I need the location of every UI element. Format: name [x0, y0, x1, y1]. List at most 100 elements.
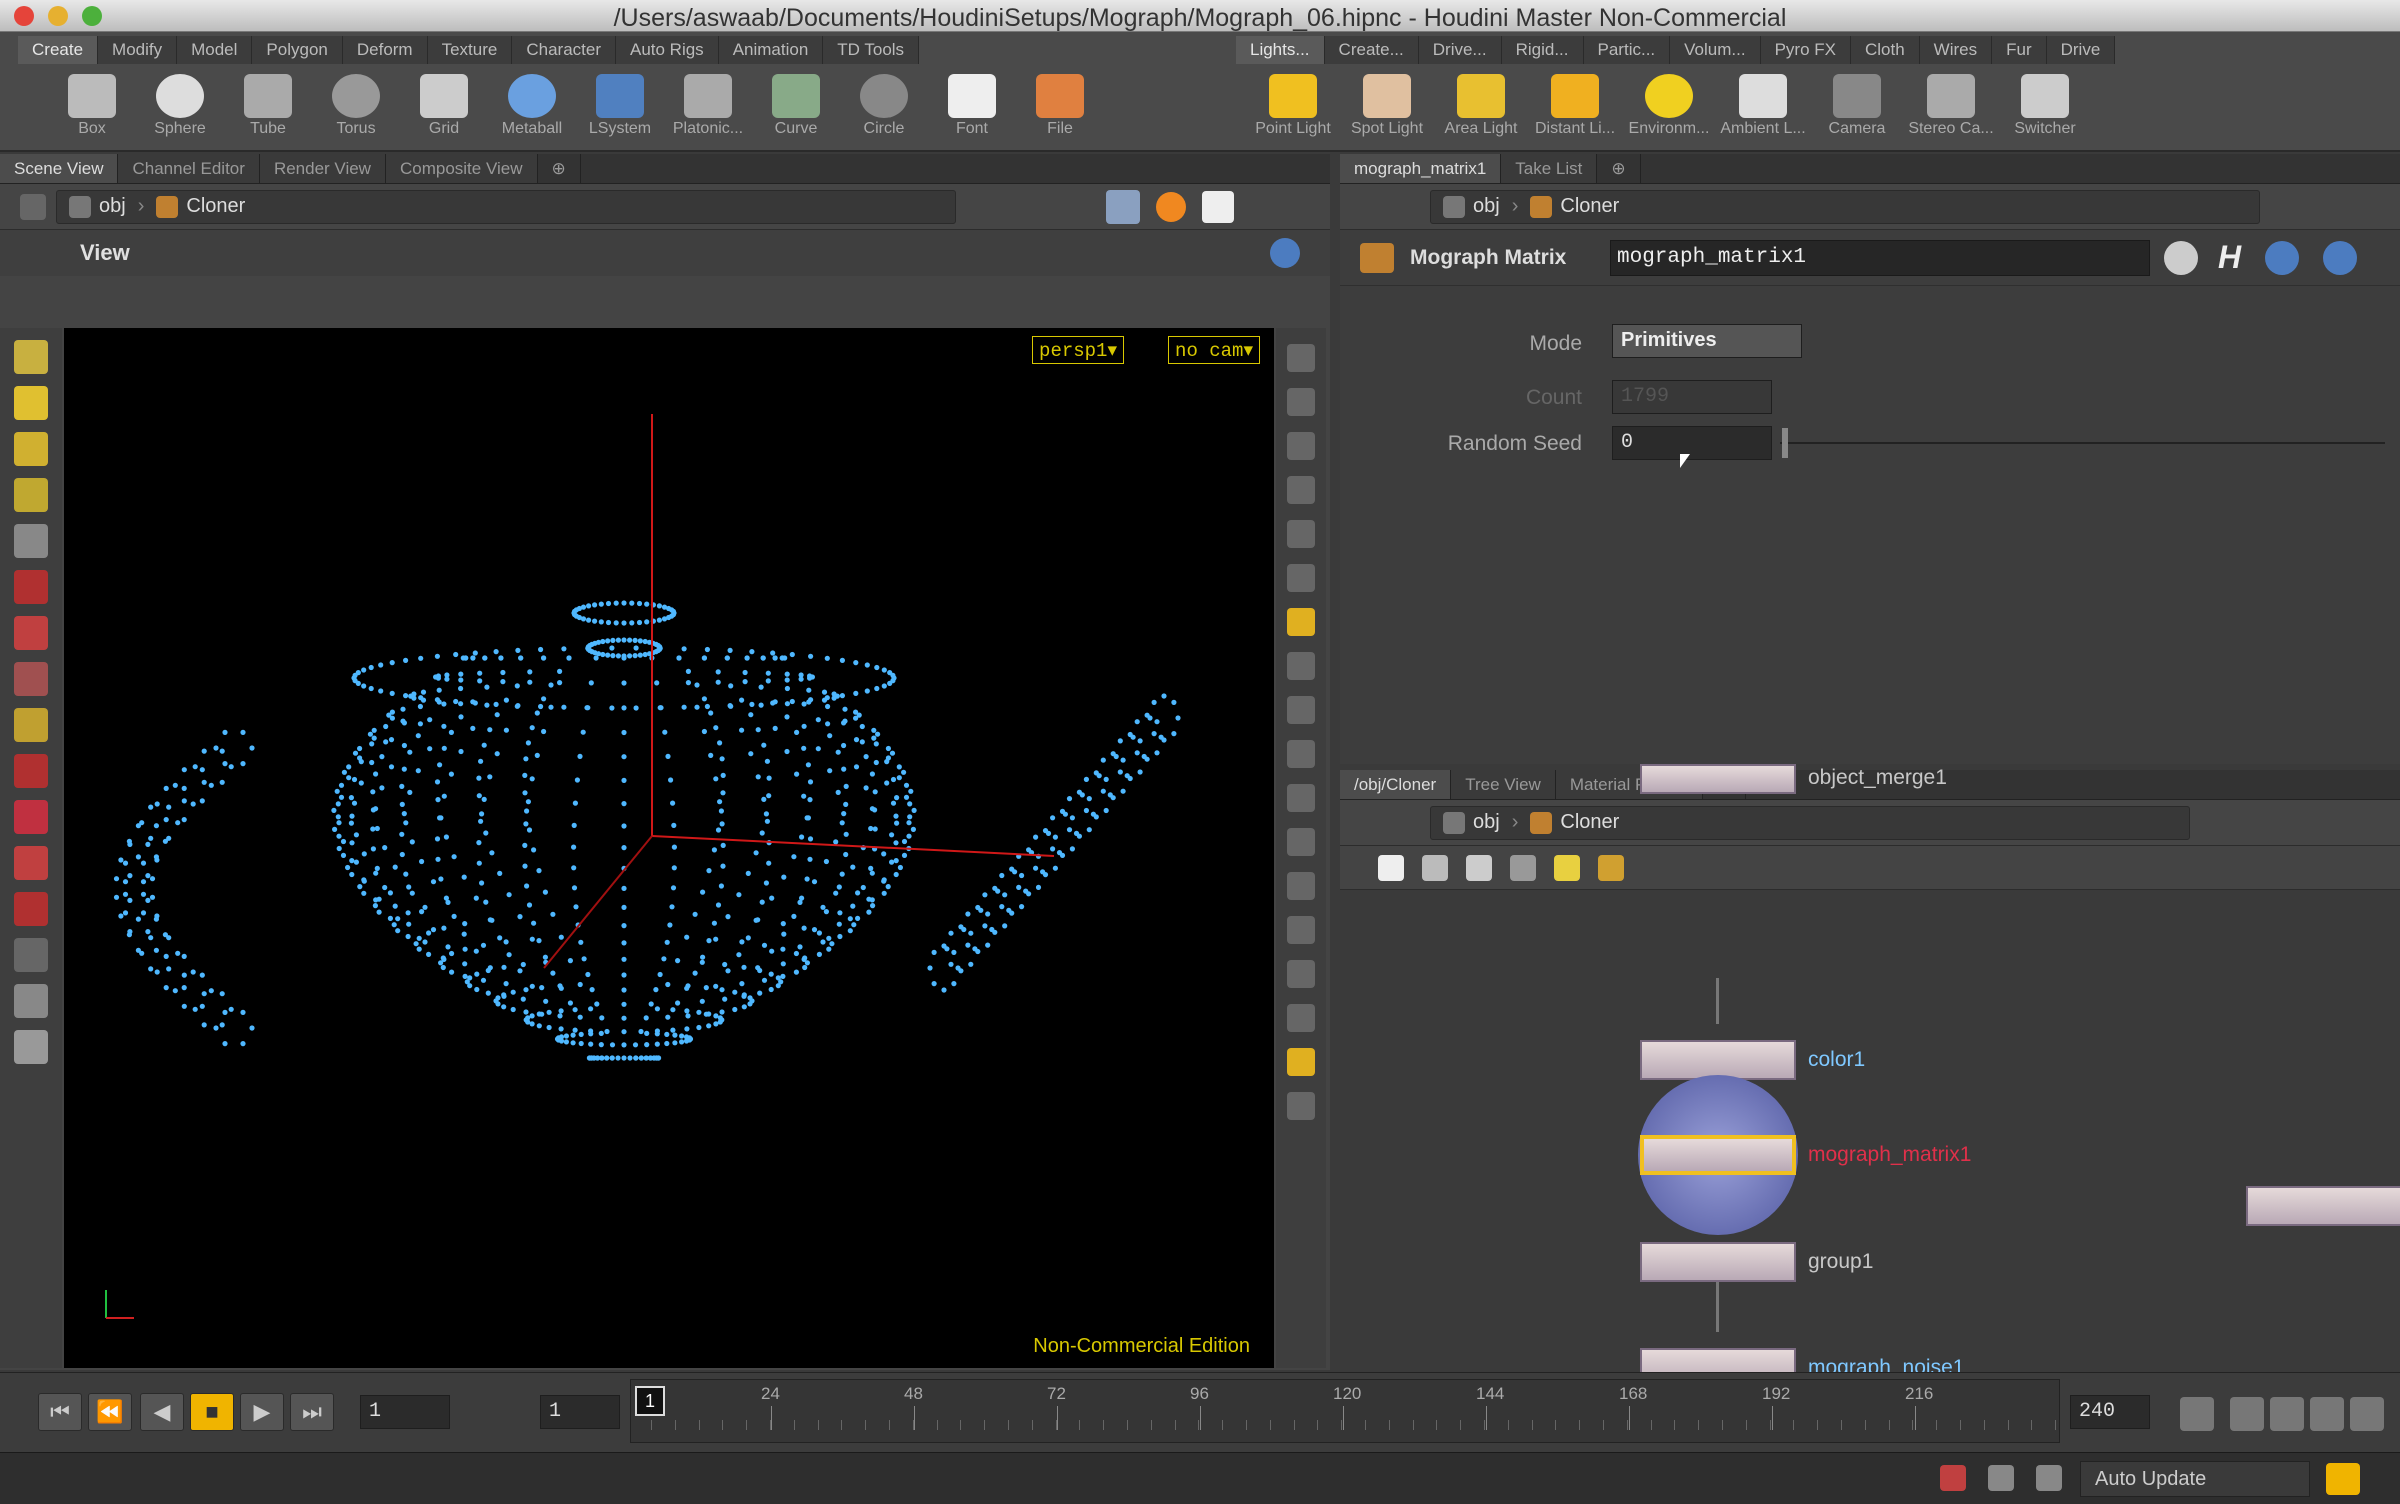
left-tool-10-icon[interactable] — [14, 800, 48, 834]
tool-metaball[interactable]: Metaball — [488, 72, 576, 148]
node-color1[interactable] — [1640, 1040, 1796, 1080]
shelf-tab-lights[interactable]: Lights... — [1236, 36, 1325, 64]
help-icon[interactable] — [1269, 238, 1300, 268]
display-option-7-icon[interactable] — [1287, 652, 1315, 680]
display-option-17-icon[interactable] — [1287, 1092, 1315, 1120]
tool-stereo-ca[interactable]: Stereo Ca... — [1904, 72, 1998, 148]
shelf-tab-td-tools[interactable]: TD Tools — [823, 36, 920, 64]
key-icon[interactable] — [2180, 1397, 2214, 1431]
range-icon[interactable] — [2310, 1397, 2344, 1431]
back-icon[interactable] — [20, 193, 46, 220]
tool-platonic[interactable]: Platonic... — [664, 72, 752, 148]
viewport[interactable]: persp1▾ no cam▾ Non-Commercial Edition — [64, 328, 1274, 1368]
tab-obj-cloner[interactable]: /obj/Cloner — [1340, 770, 1452, 799]
tool-circle[interactable]: Circle — [840, 72, 928, 148]
display-option-5-icon[interactable] — [1287, 564, 1315, 592]
node-name-field[interactable]: mograph_matrix1 — [1610, 239, 2150, 276]
tool-grid[interactable]: Grid — [400, 72, 488, 148]
network-path-field[interactable]: obj › Cloner — [1430, 805, 2190, 840]
tool-switcher[interactable]: Switcher — [1998, 72, 2092, 148]
tool-sphere[interactable]: Sphere — [136, 72, 224, 148]
tab-scene-view[interactable]: Scene View — [0, 154, 119, 183]
shelf-tab-modify[interactable]: Modify — [98, 36, 178, 64]
play-button[interactable]: ▶ — [240, 1393, 284, 1431]
random-seed-slider-handle[interactable] — [1782, 428, 1788, 458]
tab-composite-view[interactable]: Composite View — [385, 154, 538, 183]
display-option-9-icon[interactable] — [1287, 740, 1315, 768]
shelf-tab-rigid[interactable]: Rigid... — [1501, 36, 1584, 64]
left-tool-8-icon[interactable] — [14, 708, 48, 742]
render-sphere-icon[interactable] — [1156, 191, 1186, 222]
display-option-12-icon[interactable] — [1287, 872, 1315, 900]
display-option-0-icon[interactable] — [1287, 344, 1315, 372]
display-option-4-icon[interactable] — [1287, 520, 1315, 548]
note-icon[interactable] — [1554, 854, 1580, 881]
display-option-16-icon[interactable] — [1287, 1048, 1315, 1076]
end-frame-field[interactable]: 240 — [2070, 1395, 2150, 1429]
tool-distant-li[interactable]: Distant Li... — [1528, 72, 1622, 148]
update-icon[interactable] — [2326, 1463, 2360, 1495]
realtime-icon[interactable] — [2270, 1397, 2304, 1431]
display-option-2-icon[interactable] — [1287, 432, 1315, 460]
display-option-3-icon[interactable] — [1287, 476, 1315, 504]
cache-icon[interactable] — [2036, 1465, 2062, 1491]
display-option-8-icon[interactable] — [1287, 696, 1315, 724]
sound-icon[interactable] — [2230, 1397, 2264, 1431]
tool-camera[interactable]: Camera — [1810, 72, 1904, 148]
shelf-tab-animation[interactable]: Animation — [718, 36, 824, 64]
tab-tree-view[interactable]: Tree View — [1451, 770, 1556, 799]
shelf-tab-model[interactable]: Model — [177, 36, 253, 64]
tool-spot-light[interactable]: Spot Light — [1340, 72, 1434, 148]
error-icon[interactable] — [1940, 1465, 1966, 1491]
node-mograph-matrix1[interactable] — [1640, 1135, 1796, 1175]
detail-mode-icon[interactable] — [1466, 854, 1492, 881]
current-frame-field[interactable]: 1 — [360, 1395, 450, 1429]
help-icon[interactable] — [2323, 240, 2358, 275]
display-option-13-icon[interactable] — [1287, 916, 1315, 944]
display-option-11-icon[interactable] — [1287, 828, 1315, 856]
list-mode-icon[interactable] — [1378, 854, 1404, 881]
mode-dropdown[interactable]: Primitives — [1612, 324, 1802, 358]
update-mode-dropdown[interactable]: Auto Update — [2080, 1461, 2310, 1497]
shelf-tab-wires[interactable]: Wires — [1919, 36, 1993, 64]
tool-tube[interactable]: Tube — [224, 72, 312, 148]
shelf-tab-drive[interactable]: Drive — [2046, 36, 2116, 64]
tool-lsystem[interactable]: LSystem — [576, 72, 664, 148]
shelf-tab-cloth[interactable]: Cloth — [1850, 36, 1920, 64]
start-frame-field[interactable]: 1 — [540, 1395, 620, 1429]
shelf-tab-partic[interactable]: Partic... — [1583, 36, 1671, 64]
left-tool-7-icon[interactable] — [14, 662, 48, 696]
gear-icon[interactable] — [2164, 240, 2198, 275]
shelf-tab-create[interactable]: Create — [18, 36, 99, 64]
shelf-tab-create[interactable]: Create... — [1324, 36, 1419, 64]
left-tool-12-icon[interactable] — [14, 892, 48, 926]
offscreen-node[interactable] — [2246, 1186, 2400, 1226]
tool-environm[interactable]: Environm... — [1622, 72, 1716, 148]
random-seed-field[interactable]: 0 — [1612, 426, 1772, 460]
tool-point-light[interactable]: Point Light — [1246, 72, 1340, 148]
shelf-tab-pyro-fx[interactable]: Pyro FX — [1760, 36, 1851, 64]
tile-mode-icon[interactable] — [1422, 854, 1448, 881]
left-tool-0-icon[interactable] — [14, 340, 48, 374]
shelf-tab-character[interactable]: Character — [512, 36, 616, 64]
shelf-tab-auto-rigs[interactable]: Auto Rigs — [615, 36, 719, 64]
display-option-1-icon[interactable] — [1287, 388, 1315, 416]
display-option-14-icon[interactable] — [1287, 960, 1315, 988]
left-tool-2-icon[interactable] — [14, 432, 48, 466]
left-tool-4-icon[interactable] — [14, 524, 48, 558]
jump-start-button[interactable]: ⏮ — [38, 1393, 82, 1431]
left-tool-11-icon[interactable] — [14, 846, 48, 880]
stop-button[interactable]: ■ — [190, 1393, 234, 1431]
tab-take-list[interactable]: Take List — [1501, 154, 1598, 183]
random-seed-slider-track[interactable] — [1780, 442, 2385, 444]
tool-area-light[interactable]: Area Light — [1434, 72, 1528, 148]
tool-torus[interactable]: Torus — [312, 72, 400, 148]
node-group1[interactable] — [1640, 1242, 1796, 1282]
cube-view-icon[interactable] — [1106, 189, 1140, 224]
display-option-6-icon[interactable] — [1287, 608, 1315, 636]
chat-icon[interactable] — [1988, 1465, 2014, 1491]
tab-channel-editor[interactable]: Channel Editor — [118, 154, 260, 183]
step-back-button[interactable]: ⏪ — [88, 1393, 132, 1431]
options-icon[interactable] — [2350, 1397, 2384, 1431]
left-tool-15-icon[interactable] — [14, 1030, 48, 1064]
